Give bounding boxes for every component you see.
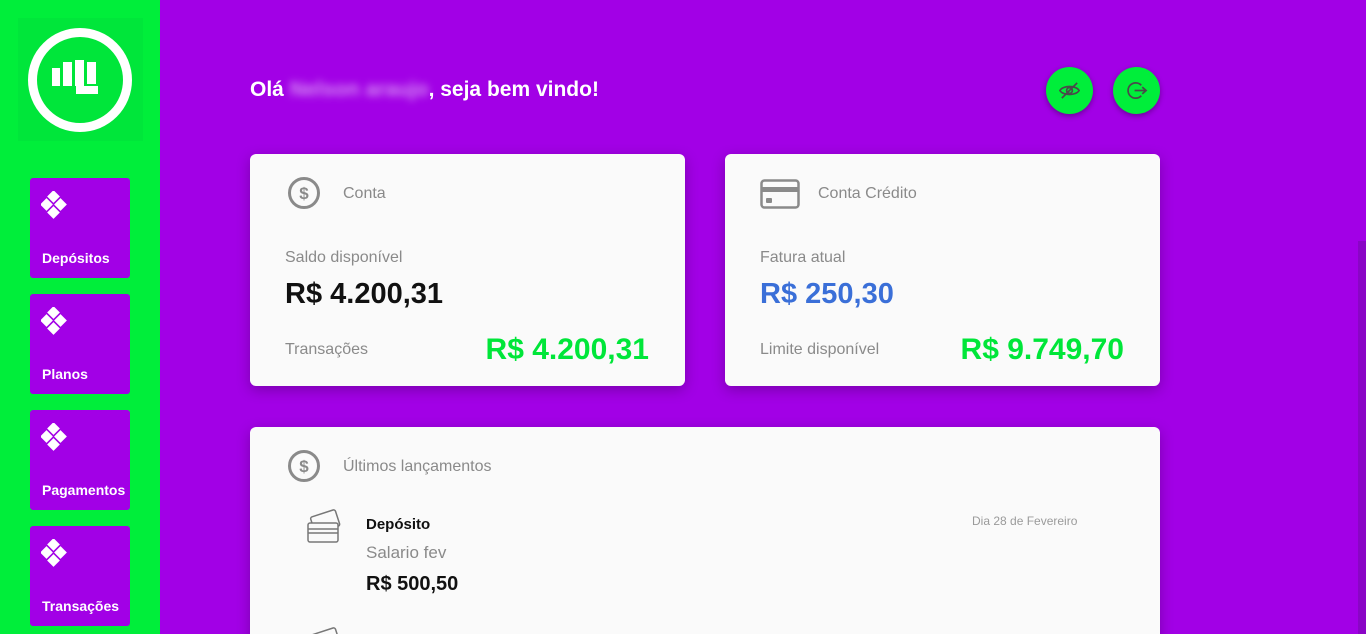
logout-button[interactable] <box>1113 67 1160 114</box>
cards-icon <box>307 509 341 543</box>
credit-card-title: Conta Crédito <box>818 185 917 202</box>
limit-label: Limite disponível <box>760 341 880 358</box>
dollar-circle-icon: $ <box>288 450 320 482</box>
logo[interactable] <box>18 18 143 141</box>
greeting-suffix: , seja bem vindo! <box>428 78 599 101</box>
transactions-value: R$ 4.200,31 <box>485 333 649 366</box>
entry-amount: R$ 500,50 <box>366 573 459 595</box>
sidebar-item-planos[interactable]: Planos <box>30 294 130 394</box>
svg-text:$: $ <box>299 184 309 203</box>
account-card-title: Conta <box>343 185 386 202</box>
eye-off-icon <box>1058 82 1081 99</box>
pix-diamond-icon <box>41 423 67 451</box>
invoice-label: Fatura atual <box>760 249 846 266</box>
entry-description: Salario fev <box>366 543 447 562</box>
pix-diamond-icon <box>41 191 67 219</box>
greeting-prefix: Olá <box>250 78 290 101</box>
hide-values-button[interactable] <box>1046 67 1093 114</box>
recent-entries-title: Últimos lançamentos <box>343 458 492 475</box>
cards-icon <box>309 627 341 634</box>
sidebar-item-label: Depósitos <box>42 250 110 266</box>
credit-card-icon <box>760 179 800 209</box>
pix-diamond-icon <box>41 539 67 567</box>
balance-label: Saldo disponível <box>285 249 403 266</box>
sidebar-item-label: Transações <box>42 598 120 614</box>
sidebar-item-pagamentos[interactable]: Pagamentos <box>30 410 130 510</box>
svg-text:$: $ <box>299 457 309 476</box>
sidebar-item-transacoes[interactable]: Transações <box>30 526 130 626</box>
dollar-circle-icon: $ <box>288 177 320 209</box>
fist-logo-icon <box>28 28 132 132</box>
credit-card: Conta Crédito Fatura atual R$ 250,30 Lim… <box>725 154 1160 386</box>
balance-value: R$ 4.200,31 <box>285 278 444 310</box>
transactions-label: Transações <box>285 341 368 358</box>
scrollbar[interactable] <box>1358 241 1366 634</box>
account-card: $ Conta Saldo disponível R$ 4.200,31 Tra… <box>250 154 685 386</box>
invoice-value: R$ 250,30 <box>760 278 894 310</box>
logout-icon <box>1127 81 1148 100</box>
user-name: Nelson araujo <box>289 78 429 101</box>
recent-entries-card: $ Últimos lançamentos Depósito Salario f… <box>250 427 1160 634</box>
greeting: Olá Nelson araujo, seja bem vindo! <box>250 78 599 102</box>
pix-diamond-icon <box>41 307 67 335</box>
sidebar-item-label: Planos <box>42 366 88 382</box>
sidebar: Depósitos Planos Pagamentos Transações <box>0 0 160 634</box>
limit-value: R$ 9.749,70 <box>960 333 1124 366</box>
entry-type: Depósito <box>366 516 431 533</box>
sidebar-item-label: Pagamentos <box>42 482 126 498</box>
sidebar-item-depositos[interactable]: Depósitos <box>30 178 130 278</box>
entry-date: Dia 28 de Fevereiro <box>972 514 1078 528</box>
